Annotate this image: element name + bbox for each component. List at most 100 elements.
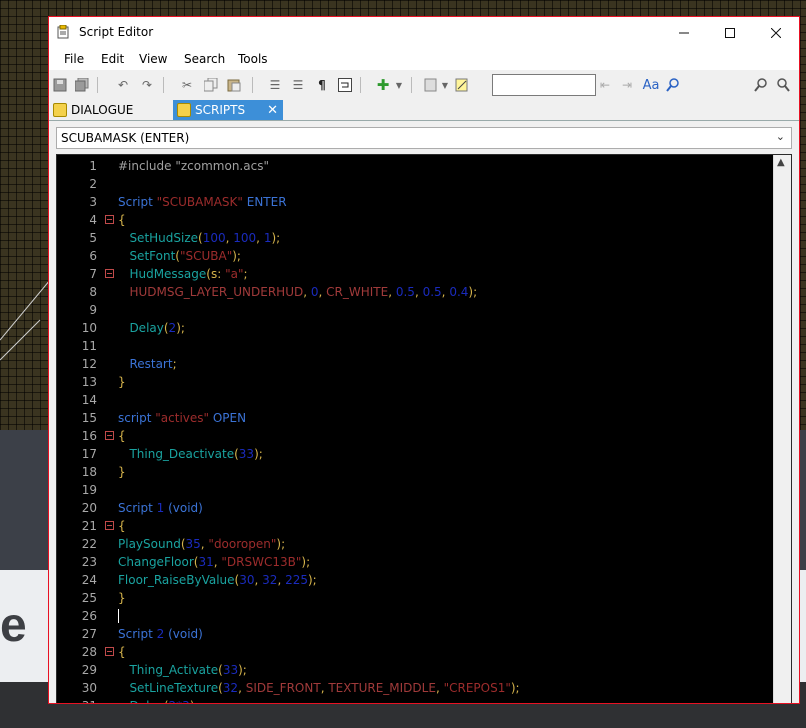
code-line[interactable]: 13} [57, 373, 775, 391]
unindent-icon[interactable]: ☰ [290, 77, 306, 93]
chevron-down-icon: ⌄ [775, 130, 785, 143]
code-line[interactable]: 25} [57, 589, 775, 607]
code-line[interactable]: 4{ [57, 211, 775, 229]
menu-search[interactable]: Search [184, 52, 225, 66]
code-line[interactable]: 18} [57, 463, 775, 481]
insert-snippet-icon[interactable]: ✚ [375, 76, 391, 94]
code-line[interactable]: 21 { [57, 517, 775, 535]
code-token: Restart [118, 357, 173, 371]
code-token: 0.5 [422, 285, 442, 299]
code-token: Floor_RaiseByValue [118, 573, 235, 587]
menu-tools[interactable]: Tools [238, 52, 268, 66]
code-token: { [118, 645, 126, 659]
search-options-icon[interactable] [775, 77, 791, 93]
code-token: Script [118, 627, 157, 641]
fold-toggle-icon[interactable] [105, 431, 114, 440]
code-line[interactable]: 28 { [57, 643, 775, 661]
find-previous-icon[interactable]: ⇤ [597, 77, 613, 93]
search-input[interactable] [492, 74, 596, 96]
tab-scripts[interactable]: SCRIPTS ✕ [173, 100, 283, 120]
code-token: 35 [185, 537, 201, 551]
code-token: , [435, 681, 444, 695]
save-icon[interactable] [52, 77, 68, 93]
undo-icon[interactable]: ↶ [115, 77, 131, 93]
match-case-icon[interactable]: Aa [643, 77, 660, 93]
find-next-icon[interactable]: ⇥ [619, 77, 635, 93]
script-selector-value: SCUBAMASK (ENTER) [61, 131, 190, 145]
search-icon[interactable] [753, 77, 769, 93]
title-bar[interactable]: Script Editor [49, 17, 799, 48]
code-line[interactable]: 26 [57, 607, 775, 625]
tab-dialogue[interactable]: DIALOGUE [53, 100, 171, 120]
code-line[interactable]: 2 [57, 175, 775, 193]
code-text: Thing_Activate(33); [118, 661, 246, 679]
code-line[interactable]: 29 Thing_Activate(33); [57, 661, 775, 679]
code-line[interactable]: 20 Script 1 (void) [57, 499, 775, 517]
code-line[interactable]: 1 #include "zcommon.acs" [57, 157, 775, 175]
code-token: 33 [238, 447, 255, 461]
code-line[interactable]: 8 HUDMSG_LAYER_UNDERHUD, 0, CR_WHITE, 0.… [57, 283, 775, 301]
code-line[interactable]: 16 { [57, 427, 775, 445]
code-line[interactable]: 19 [57, 481, 775, 499]
wrap-icon[interactable] [337, 77, 353, 93]
fold-toggle-icon[interactable] [105, 647, 114, 656]
code-line[interactable]: 14 [57, 391, 775, 409]
script-selector-dropdown[interactable]: SCUBAMASK (ENTER) ⌄ [56, 127, 792, 149]
code-line[interactable]: 6 SetFont("SCUBA"); [57, 247, 775, 265]
code-line[interactable]: 27 Script 2 (void) [57, 625, 775, 643]
fold-toggle-icon[interactable] [105, 215, 114, 224]
line-number: 5 [89, 231, 97, 245]
code-token: } [118, 591, 126, 605]
code-token: 100 [202, 231, 226, 245]
code-line[interactable]: 5 SetHudSize(100, 100, 1); [57, 229, 775, 247]
code-line[interactable]: 15 script "actives" OPEN [57, 409, 775, 427]
code-line[interactable]: 17 Thing_Deactivate(33); [57, 445, 775, 463]
code-token: "dooropen" [208, 537, 277, 551]
paste-icon[interactable] [226, 77, 242, 93]
close-button[interactable] [753, 17, 799, 48]
code-line[interactable]: 24 Floor_RaiseByValue(30, 32, 225); [57, 571, 775, 589]
copy-icon[interactable] [203, 77, 219, 93]
code-line[interactable]: 12 Restart; [57, 355, 775, 373]
menu-file[interactable]: File [64, 52, 84, 66]
line-number: 12 [81, 357, 97, 371]
paragraph-icon[interactable]: ¶ [314, 77, 330, 93]
code-text: Delay(2*3); [118, 697, 198, 703]
code-line[interactable]: 22 PlaySound(35, "dooropen"); [57, 535, 775, 553]
cut-icon[interactable]: ✂ [179, 77, 195, 93]
close-icon[interactable]: ✕ [267, 103, 278, 118]
code-line[interactable]: 9 [57, 301, 775, 319]
menu-view[interactable]: View [139, 52, 167, 66]
fold-toggle-icon[interactable] [105, 521, 114, 530]
code-line[interactable]: 31 Delay(2*3); [57, 697, 775, 703]
code-token: ( [164, 627, 173, 641]
code-editor[interactable]: 1 #include "zcommon.acs" 2 3 Script "SCUBAMA… [56, 154, 792, 703]
code-line[interactable]: 10 Delay(2); [57, 319, 775, 337]
code-token: 2*3 [169, 699, 190, 703]
code-line[interactable]: 23 ChangeFloor(31, "DRSWC13B"); [57, 553, 775, 571]
menu-edit[interactable]: Edit [101, 52, 124, 66]
line-number: 2 [89, 177, 97, 191]
save-all-icon[interactable] [74, 77, 90, 93]
line-number: 22 [81, 537, 97, 551]
code-line[interactable]: 3 Script "SCUBAMASK" ENTER [57, 193, 775, 211]
redo-icon[interactable]: ↷ [139, 77, 155, 93]
edit-note-icon[interactable] [454, 77, 470, 93]
chevron-down-icon[interactable]: ▼ [437, 77, 453, 93]
chevron-down-icon[interactable]: ▼ [391, 77, 407, 93]
code-line[interactable]: 7 HudMessage(s: "a"; [57, 265, 775, 283]
fold-toggle-icon[interactable] [105, 269, 114, 278]
find-replace-icon[interactable] [665, 77, 681, 93]
code-line[interactable]: 11 [57, 337, 775, 355]
code-line[interactable]: 30 SetLineTexture(32, SIDE_FRONT, TEXTUR… [57, 679, 775, 697]
minimize-button[interactable] [661, 17, 707, 48]
code-token: CR_WHITE [326, 285, 389, 299]
maximize-button[interactable] [707, 17, 753, 48]
indent-icon[interactable]: ☰ [267, 77, 283, 93]
code-token: Thing_Activate [118, 663, 219, 677]
line-number: 15 [81, 411, 97, 425]
scroll-up-icon[interactable]: ▲ [777, 157, 785, 168]
line-number: 10 [81, 321, 97, 335]
vertical-scrollbar[interactable]: ▲ [773, 155, 791, 703]
code-token: Script [118, 501, 157, 515]
